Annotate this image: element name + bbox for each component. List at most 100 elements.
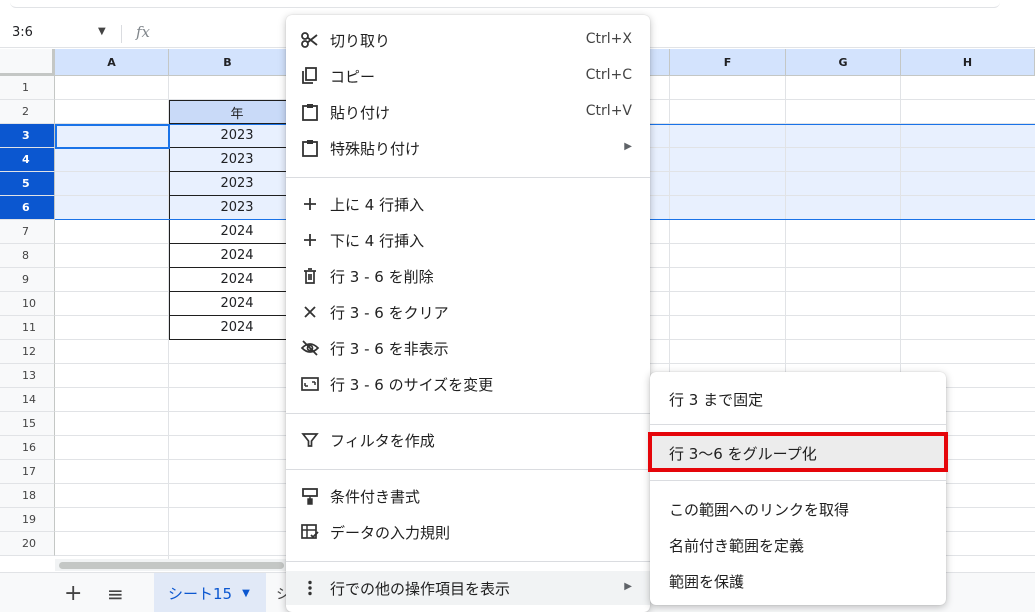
menu-divider xyxy=(650,424,946,425)
row-header[interactable]: 17 xyxy=(0,460,55,484)
menu-item-delete-rows[interactable]: 行 3 - 6 を削除 xyxy=(286,259,650,293)
row-header[interactable]: 5 xyxy=(0,172,55,196)
filter-icon xyxy=(301,433,319,447)
row-header[interactable]: 16 xyxy=(0,436,55,460)
column-header[interactable]: A xyxy=(55,49,169,76)
menu-item-more-row-actions[interactable]: 行での他の操作項目を表示 ▶ xyxy=(286,571,650,605)
row-header[interactable]: 2 xyxy=(0,100,55,124)
submenu-item-protect-range[interactable]: 範囲を保護 xyxy=(650,562,946,598)
menu-item-paste-special[interactable]: 特殊貼り付け ▶ xyxy=(286,131,650,165)
submenu-item-group-rows[interactable]: 行 3〜6 をグループ化 xyxy=(648,432,948,472)
row-header[interactable]: 15 xyxy=(0,412,55,436)
eye-off-icon xyxy=(300,340,320,356)
paint-roller-icon xyxy=(302,488,318,505)
menu-item-label: 貼り付け xyxy=(330,104,391,122)
shortcut-text: Ctrl+C xyxy=(585,67,632,83)
table-cell[interactable]: 2024 xyxy=(169,244,287,268)
row-header[interactable]: 19 xyxy=(0,508,55,532)
table-cell[interactable]: 2024 xyxy=(169,316,287,340)
chevron-down-icon[interactable]: ▼ xyxy=(242,588,250,599)
column-header[interactable]: G xyxy=(786,49,901,76)
fx-icon: fx xyxy=(136,23,151,41)
table-cell[interactable]: 2024 xyxy=(169,220,287,244)
context-menu: 切り取り Ctrl+X コピー Ctrl+C 貼り付け Ctrl+V 特殊貼り付… xyxy=(286,15,650,612)
menu-item-create-filter[interactable]: フィルタを作成 xyxy=(286,423,650,457)
row-header[interactable]: 1 xyxy=(0,76,55,100)
menu-item-label: 行 3 - 6 を非表示 xyxy=(330,340,449,358)
formula-bar-divider xyxy=(121,25,122,43)
row-header[interactable]: 4 xyxy=(0,148,55,172)
submenu-item-label: 名前付き範囲を定義 xyxy=(669,537,805,555)
row-header[interactable]: 12 xyxy=(0,340,55,364)
menu-item-resize-rows[interactable]: 行 3 - 6 のサイズを変更 xyxy=(286,367,650,401)
sheet-tab-active[interactable]: シート15 ▼ xyxy=(154,573,266,612)
table-cell[interactable]: 2024 xyxy=(169,292,287,316)
menu-item-paste[interactable]: 貼り付け Ctrl+V xyxy=(286,95,650,129)
menu-item-label: 行 3 - 6 のサイズを変更 xyxy=(330,376,494,394)
name-box[interactable]: 3:6 xyxy=(12,25,33,40)
row-header[interactable]: 20 xyxy=(0,532,55,556)
menu-item-copy[interactable]: コピー Ctrl+C xyxy=(286,59,650,93)
name-box-dropdown-icon[interactable]: ▼ xyxy=(98,26,106,37)
menu-item-label: データの入力規則 xyxy=(330,524,451,542)
row-header[interactable]: 3 xyxy=(0,124,55,148)
row-header[interactable]: 6 xyxy=(0,196,55,220)
table-cell[interactable]: 2024 xyxy=(169,268,287,292)
close-icon xyxy=(304,306,316,318)
column-header[interactable]: B xyxy=(169,49,287,76)
horizontal-scrollbar[interactable] xyxy=(55,559,290,571)
shortcut-text: Ctrl+X xyxy=(585,31,632,47)
all-sheets-button[interactable]: ≡ xyxy=(107,582,124,606)
menu-item-data-validation[interactable]: データの入力規則 xyxy=(286,515,650,549)
menu-item-clear-rows[interactable]: 行 3 - 6 をクリア xyxy=(286,295,650,329)
menu-item-hide-rows[interactable]: 行 3 - 6 を非表示 xyxy=(286,331,650,365)
row-header[interactable]: 11 xyxy=(0,316,55,340)
table-cell[interactable]: 2023 xyxy=(169,124,287,148)
copy-icon xyxy=(302,67,317,84)
plus-icon xyxy=(304,234,316,246)
menu-item-conditional-formatting[interactable]: 条件付き書式 xyxy=(286,479,650,513)
select-all-corner[interactable] xyxy=(0,49,55,76)
menu-item-label: 行での他の操作項目を表示 xyxy=(330,580,511,598)
clipboard-icon xyxy=(302,104,318,121)
submenu-item-define-named-range[interactable]: 名前付き範囲を定義 xyxy=(650,526,946,562)
data-validation-icon xyxy=(301,524,319,539)
scrollbar-thumb[interactable] xyxy=(59,562,284,569)
table-cell[interactable]: 2023 xyxy=(169,172,287,196)
row-header[interactable]: 9 xyxy=(0,268,55,292)
top-toolbar-edge xyxy=(10,2,1000,8)
row-header[interactable]: 10 xyxy=(0,292,55,316)
menu-divider xyxy=(286,561,650,562)
row-header[interactable]: 13 xyxy=(0,364,55,388)
sheet-tab-label: シート15 xyxy=(168,584,233,603)
column-header[interactable]: F xyxy=(670,49,786,76)
menu-item-label: 条件付き書式 xyxy=(330,488,421,506)
more-vert-icon xyxy=(308,580,312,596)
menu-item-insert-below[interactable]: 下に 4 行挿入 xyxy=(286,223,650,257)
scissors-icon xyxy=(301,32,318,48)
menu-item-label: 切り取り xyxy=(330,32,391,50)
submenu-arrow-icon: ▶ xyxy=(624,581,632,592)
submenu-item-label: 範囲を保護 xyxy=(669,573,745,591)
submenu-item-get-link[interactable]: この範囲へのリンクを取得 xyxy=(650,490,946,526)
menu-item-label: 下に 4 行挿入 xyxy=(330,232,425,250)
submenu-more-row-actions: 行 3 まで固定 行 3〜6 をグループ化 この範囲へのリンクを取得 名前付き範… xyxy=(648,372,948,605)
menu-item-cut[interactable]: 切り取り Ctrl+X xyxy=(286,23,650,57)
column-header[interactable]: H xyxy=(901,49,1035,76)
table-header-cell[interactable]: 年 xyxy=(169,100,287,124)
row-header[interactable]: 8 xyxy=(0,244,55,268)
menu-item-label: 行 3 - 6 をクリア xyxy=(330,304,449,322)
menu-item-label: 特殊貼り付け xyxy=(330,140,421,158)
trash-icon xyxy=(304,268,316,284)
menu-item-insert-above[interactable]: 上に 4 行挿入 xyxy=(286,187,650,221)
submenu-arrow-icon: ▶ xyxy=(624,141,632,152)
active-cell[interactable] xyxy=(55,124,170,149)
table-cell[interactable]: 2023 xyxy=(169,196,287,220)
submenu-item-label: 行 3〜6 をグループ化 xyxy=(669,445,817,463)
row-header[interactable]: 7 xyxy=(0,220,55,244)
table-cell[interactable]: 2023 xyxy=(169,148,287,172)
row-header[interactable]: 18 xyxy=(0,484,55,508)
row-header[interactable]: 14 xyxy=(0,388,55,412)
submenu-item-freeze-rows[interactable]: 行 3 まで固定 xyxy=(650,380,946,416)
add-sheet-button[interactable]: + xyxy=(64,581,82,606)
